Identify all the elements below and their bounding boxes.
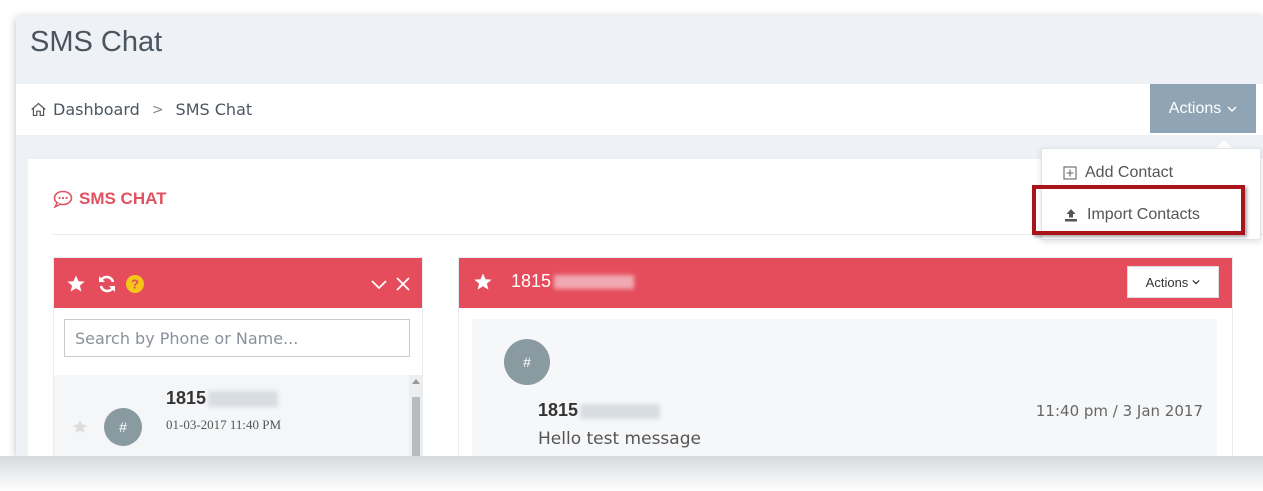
breadcrumb-bar: Dashboard > SMS Chat Actions [16,84,1263,135]
menu-item-label: Add Contact [1085,164,1174,181]
contact-name: 1815 [166,388,279,409]
menu-item-label: Import Contacts [1087,206,1200,223]
help-icon[interactable]: ? [125,274,145,294]
conversation-header: 1815 Actions [459,258,1232,308]
dropdown-arrow [1216,140,1232,148]
contact-date: 01-03-2017 11:40 PM [166,417,282,432]
upload-icon [1065,209,1077,222]
page-title: SMS Chat [30,26,163,58]
breadcrumb-dashboard-link[interactable]: Dashboard [53,100,140,119]
chevron-down-icon [1227,105,1237,112]
star-icon[interactable] [72,419,88,435]
search-input[interactable] [64,319,410,357]
redacted-number [554,275,635,290]
conversation-actions-button[interactable]: Actions [1127,266,1219,298]
scrollbar[interactable] [409,375,422,456]
contact-list-item[interactable]: # 1815 01-03-2017 11:40 PM [54,375,409,456]
menu-item-import-contacts[interactable]: Import Contacts [1042,199,1260,231]
breadcrumb-current: SMS Chat [175,100,253,119]
portlet-title: SMS CHAT [53,189,167,209]
chevron-down-icon[interactable] [369,274,389,294]
chat-bubble-icon [53,190,73,208]
breadcrumb-separator: > [151,101,164,118]
avatar: # [104,408,142,446]
portlet-title-text: SMS CHAT [79,189,167,208]
menu-item-add-contact[interactable]: Add Contact [1042,157,1260,189]
message-text: Hello test message [538,429,701,449]
star-icon[interactable] [66,274,86,294]
conversation-title: 1815 [511,271,635,292]
close-icon[interactable] [393,274,413,294]
scroll-thumb[interactable] [412,397,420,456]
actions-button-label: Actions [1168,99,1222,117]
star-icon[interactable] [473,272,493,292]
conversation-phone: 1815 [511,271,552,291]
app-frame: SMS Chat Dashboard > SMS Chat Actions SM… [16,16,1263,456]
scroll-up-arrow-icon[interactable] [412,379,420,384]
conversation-actions-label: Actions [1145,274,1189,290]
actions-dropdown-button[interactable]: Actions [1150,84,1256,133]
message-sender: 1815 [538,400,661,421]
avatar: # [504,339,550,385]
actions-dropdown-menu: Add Contact Import Contacts [1041,148,1261,240]
redacted-number [208,391,279,408]
message-timestamp: 11:40 pm / 3 Jan 2017 [1035,402,1203,420]
breadcrumb: Dashboard > SMS Chat [30,100,252,119]
conversation-panel: 1815 Actions # 1815 Hello test message 1… [458,257,1233,456]
message-area: # 1815 Hello test message 11:40 pm / 3 J… [472,319,1217,456]
home-icon [31,102,46,117]
bottom-shadow [0,456,1263,491]
chat-list-header: ? [54,258,422,308]
chat-list-panel: ? # 1815 01-03-2017 11:40 PM [53,257,423,456]
plus-square-icon [1063,166,1077,180]
chevron-down-icon [1192,279,1200,285]
svg-text:?: ? [131,277,139,292]
refresh-icon[interactable] [97,274,117,294]
message-sender-phone: 1815 [538,400,579,420]
contact-phone: 1815 [166,388,207,408]
redacted-number [580,403,661,419]
